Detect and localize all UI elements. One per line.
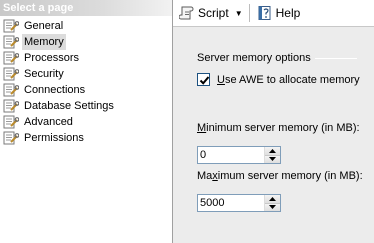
page-wrench-icon: [3, 99, 19, 113]
max-memory-spinner[interactable]: [197, 194, 281, 212]
page-wrench-icon: [3, 19, 19, 33]
spin-up-button[interactable]: [265, 195, 280, 204]
spinner-buttons: [264, 195, 280, 211]
max-memory-label: Maximum server memory (in MB):: [197, 170, 363, 182]
memory-settings: Server memory options Use AWE to allocat…: [173, 28, 374, 243]
use-awe-label: Use AWE to allocate memory: [217, 74, 360, 86]
script-icon: [179, 6, 194, 20]
accelerator-key: U: [217, 73, 225, 86]
page-item-advanced[interactable]: Advanced: [0, 114, 172, 130]
min-memory-label: Minimum server memory (in MB):: [197, 122, 360, 134]
use-awe-checkbox[interactable]: [197, 73, 210, 86]
page-wrench-icon: [3, 83, 19, 97]
spin-down-button[interactable]: [265, 203, 280, 211]
page-item-connections[interactable]: Connections: [0, 82, 172, 98]
page-item-label: General: [24, 20, 64, 32]
page-list: General Memory Processors Security Conne…: [0, 16, 172, 146]
page-item-processors[interactable]: Processors: [0, 50, 172, 66]
help-button[interactable]: Help: [254, 2, 304, 24]
page-selector-panel: Select a page General Memory Processors …: [0, 0, 173, 243]
min-memory-spinner[interactable]: [197, 146, 281, 164]
spin-up-button[interactable]: [265, 147, 280, 156]
page-wrench-icon: [3, 35, 19, 49]
page-item-general[interactable]: General: [0, 18, 172, 34]
group-title: Server memory options: [197, 52, 311, 64]
page-item-memory[interactable]: Memory: [0, 34, 172, 50]
checkmark-icon: [199, 76, 210, 85]
script-button-label: Script: [198, 6, 229, 20]
arrow-up-icon: [269, 148, 276, 153]
page-wrench-icon: [3, 67, 19, 81]
label-text: Ma: [197, 170, 213, 182]
group-divider: [314, 57, 357, 59]
help-button-label: Help: [275, 6, 301, 20]
page-item-database-settings[interactable]: Database Settings: [0, 98, 172, 114]
use-awe-checkbox-row[interactable]: Use AWE to allocate memory: [197, 73, 360, 86]
page-wrench-icon: [3, 131, 19, 145]
page-item-label: Permissions: [24, 132, 84, 144]
arrow-up-icon: [269, 196, 276, 201]
help-book-icon: [258, 6, 271, 20]
page-wrench-icon: [3, 115, 19, 129]
spin-down-button[interactable]: [265, 155, 280, 163]
arrow-down-icon: [269, 157, 276, 162]
page-item-label: Database Settings: [24, 100, 114, 112]
server-memory-options-group: Server memory options: [197, 52, 357, 64]
page-item-permissions[interactable]: Permissions: [0, 130, 172, 146]
max-memory-input[interactable]: [198, 195, 264, 211]
page-item-label: Connections: [24, 84, 86, 96]
properties-panel: Script ▼ Help Server memory options Use …: [173, 0, 374, 243]
page-selector-header: Select a page: [0, 0, 172, 16]
arrow-down-icon: [269, 205, 276, 210]
script-button[interactable]: Script ▼: [176, 2, 246, 24]
dropdown-arrow-icon[interactable]: ▼: [235, 9, 243, 18]
min-memory-input[interactable]: [198, 147, 264, 163]
toolbar: Script ▼ Help: [173, 0, 374, 27]
label-text: se AWE to allocate memory: [224, 73, 360, 86]
page-item-label: Processors: [24, 52, 80, 64]
accelerator-key: M: [197, 122, 207, 134]
page-item-security[interactable]: Security: [0, 66, 172, 82]
page-wrench-icon: [3, 51, 19, 65]
page-item-label: Memory: [22, 34, 66, 50]
spinner-buttons: [264, 147, 280, 163]
label-text: imum server memory (in MB):: [217, 170, 363, 182]
label-text: inimum server memory (in MB):: [206, 122, 360, 134]
toolbar-separator: [248, 4, 250, 22]
page-item-label: Advanced: [24, 116, 73, 128]
page-item-label: Security: [24, 68, 64, 80]
